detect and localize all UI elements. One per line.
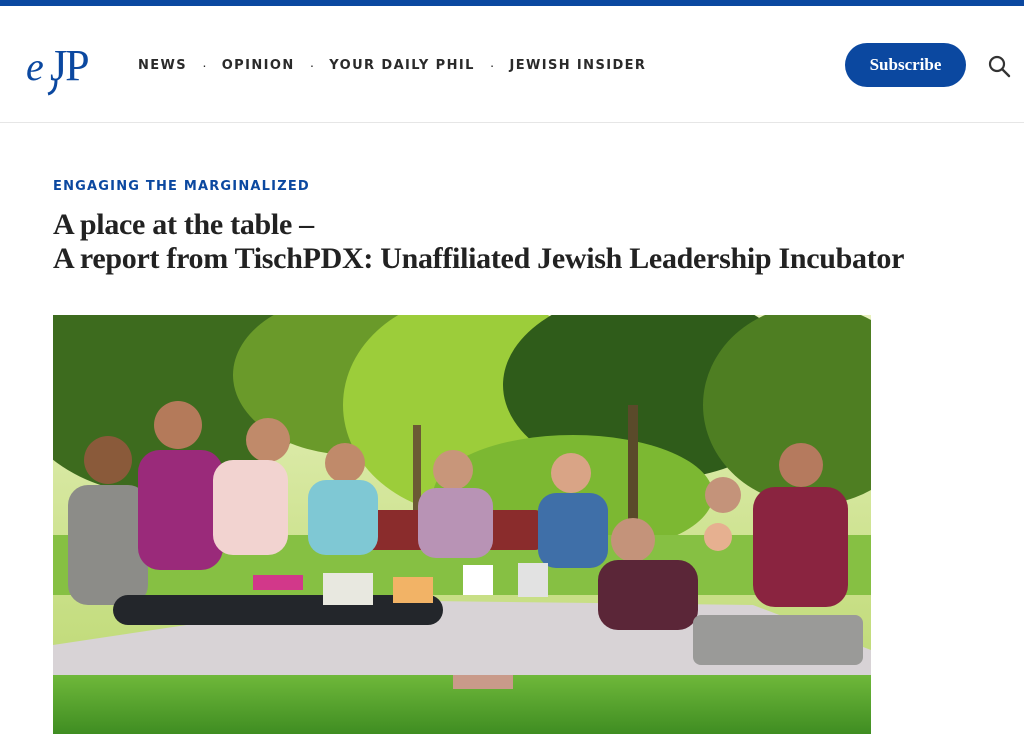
svg-text:e: e <box>26 44 44 89</box>
nav-item-your-daily-phil[interactable]: YOUR DAILY PHIL <box>329 58 475 73</box>
main-nav: NEWS · OPINION · YOUR DAILY PHIL · JEWIS… <box>138 57 646 73</box>
subscribe-button[interactable]: Subscribe <box>845 43 966 87</box>
nav-item-news[interactable]: NEWS <box>138 58 187 73</box>
nav-item-jewish-insider[interactable]: JEWISH INSIDER <box>509 58 646 73</box>
nav-separator: · <box>489 57 495 73</box>
site-header: e JP NEWS · OPINION · YOUR DAILY PHIL · … <box>0 6 1024 123</box>
featured-photo <box>53 315 871 734</box>
nav-item-opinion[interactable]: OPINION <box>222 58 295 73</box>
nav-separator: · <box>202 57 207 73</box>
ejp-logo[interactable]: e JP <box>26 36 106 96</box>
nav-separator: · <box>309 57 315 73</box>
title-line-1: A place at the table – <box>53 208 314 241</box>
article-category[interactable]: ENGAGING THE MARGINALIZED <box>53 179 310 194</box>
title-line-2: A report from TischPDX: Unaffiliated Jew… <box>53 242 905 275</box>
article-title: A place at the table – A report from Tis… <box>53 208 993 276</box>
search-icon[interactable] <box>987 54 1011 78</box>
